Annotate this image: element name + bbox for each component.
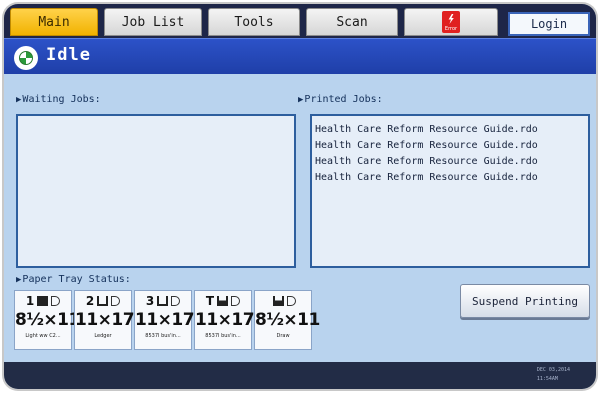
tray-number: 1 <box>25 294 35 308</box>
tray-card: 3 11×17 8537I bus'in... <box>134 290 195 350</box>
paper-orientation-icon <box>231 296 241 306</box>
tray-size: 11×17 <box>135 310 195 330</box>
tray-paper-type: 8537I bus'in... <box>145 333 181 339</box>
footer-datetime: DEC 03,2014 11:54AM <box>537 366 570 384</box>
tray-number: T <box>205 294 215 308</box>
login-button[interactable]: Login <box>508 12 590 36</box>
triangle-right-icon: ▶ <box>16 95 22 105</box>
status-bar: Idle <box>4 38 596 74</box>
tray-paper-type: Light ww C2... <box>25 333 61 339</box>
machine-status-icon <box>14 46 38 70</box>
tray-number: 2 <box>85 294 95 308</box>
tray-level-icon <box>37 296 49 306</box>
list-item[interactable]: Health Care Reform Resource Guide.rdo <box>315 170 588 186</box>
status-text: Idle <box>46 45 91 65</box>
paper-orientation-icon <box>51 296 61 306</box>
printed-jobs-heading: ▶Printed Jobs: <box>298 94 383 105</box>
printed-jobs-label: Printed Jobs: <box>304 94 383 105</box>
waiting-jobs-list[interactable] <box>16 114 296 268</box>
tab-error[interactable]: Error <box>404 8 498 36</box>
triangle-right-icon: ▶ <box>16 275 22 285</box>
footer-time: 11:54AM <box>536 376 558 382</box>
suspend-printing-button[interactable]: Suspend Printing <box>460 284 590 318</box>
list-item[interactable]: Health Care Reform Resource Guide.rdo <box>315 154 588 170</box>
tray-paper-type: Draw <box>276 333 290 339</box>
tray-level-icon <box>97 296 109 306</box>
tray-level-icon <box>273 296 284 306</box>
tray-card: 8½×11 Draw <box>254 290 320 350</box>
list-item[interactable]: Health Care Reform Resource Guide.rdo <box>315 138 588 154</box>
triangle-right-icon: ▶ <box>298 95 304 105</box>
tray-card: 2 11×17 Ledger <box>74 290 135 350</box>
paper-orientation-icon <box>111 296 121 306</box>
error-icon-label: Error <box>444 26 458 32</box>
tray-card: T 11×17 8537I bus'in... <box>194 290 255 350</box>
tray-size: 8½×11 <box>255 310 320 330</box>
waiting-jobs-label: Waiting Jobs: <box>22 94 101 105</box>
list-item[interactable]: Health Care Reform Resource Guide.rdo <box>315 122 588 138</box>
paper-tray-heading: ▶Paper Tray Status: <box>16 274 131 285</box>
printer-panel: Main Job List Tools Scan Error Login Idl… <box>4 4 596 389</box>
tab-bar: Main Job List Tools Scan Error Login <box>4 4 596 38</box>
tab-tools[interactable]: Tools <box>208 8 300 36</box>
paper-orientation-icon <box>287 296 296 306</box>
tray-level-icon <box>217 296 229 306</box>
footer-bar: DEC 03,2014 11:54AM <box>4 362 596 389</box>
tray-card: 1 8½×11 Light ww C2... <box>14 290 80 350</box>
tray-size: 8½×11 <box>15 310 80 330</box>
tray-paper-type: Ledger <box>94 333 112 339</box>
tray-size: 11×17 <box>75 310 135 330</box>
tray-level-icon <box>157 296 169 306</box>
error-flash-icon: Error <box>442 11 460 33</box>
tab-scan[interactable]: Scan <box>306 8 398 36</box>
tray-number: 3 <box>145 294 155 308</box>
paper-tray-label: Paper Tray Status: <box>22 274 131 285</box>
paper-orientation-icon <box>171 296 181 306</box>
footer-date: DEC 03,2014 <box>536 367 570 373</box>
tray-paper-type: 8537I bus'in... <box>205 333 241 339</box>
tab-job-list[interactable]: Job List <box>104 8 202 36</box>
printed-jobs-list[interactable]: Health Care Reform Resource Guide.rdo He… <box>310 114 590 268</box>
tab-main[interactable]: Main <box>10 8 98 36</box>
tray-size: 11×17 <box>195 310 255 330</box>
waiting-jobs-heading: ▶Waiting Jobs: <box>16 94 101 105</box>
